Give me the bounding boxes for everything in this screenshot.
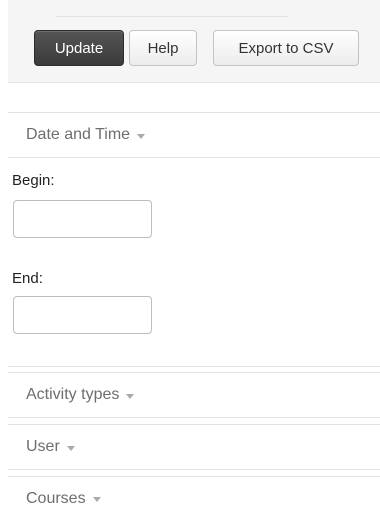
caret-down-icon [126,393,135,399]
end-date-input[interactable] [13,296,152,334]
caret-down-icon [137,133,146,139]
begin-date-input[interactable] [13,200,152,238]
help-button[interactable]: Help [129,30,197,66]
begin-label: Begin: [12,172,55,189]
section-title-activity-types: Activity types [26,386,120,403]
toolbar-divider [56,16,288,17]
caret-down-icon [92,497,101,502]
toolbar: Update Help Export to CSV [8,0,380,83]
export-csv-button[interactable]: Export to CSV [213,30,359,66]
date-time-panel [8,158,380,367]
section-title-courses: Courses [26,489,86,507]
section-title-user: User [26,438,60,455]
section-header-user[interactable]: User [8,424,380,470]
report-filter-panel: Update Help Export to CSV Date and Time … [0,0,380,520]
update-button[interactable]: Update [34,30,124,66]
section-title-date-time: Date and Time [26,126,131,143]
caret-down-icon [66,445,75,451]
section-header-activity-types[interactable]: Activity types [8,372,380,418]
section-header-courses[interactable]: Courses [8,476,380,520]
end-label: End: [12,270,43,287]
section-header-date-time[interactable]: Date and Time [8,112,380,158]
